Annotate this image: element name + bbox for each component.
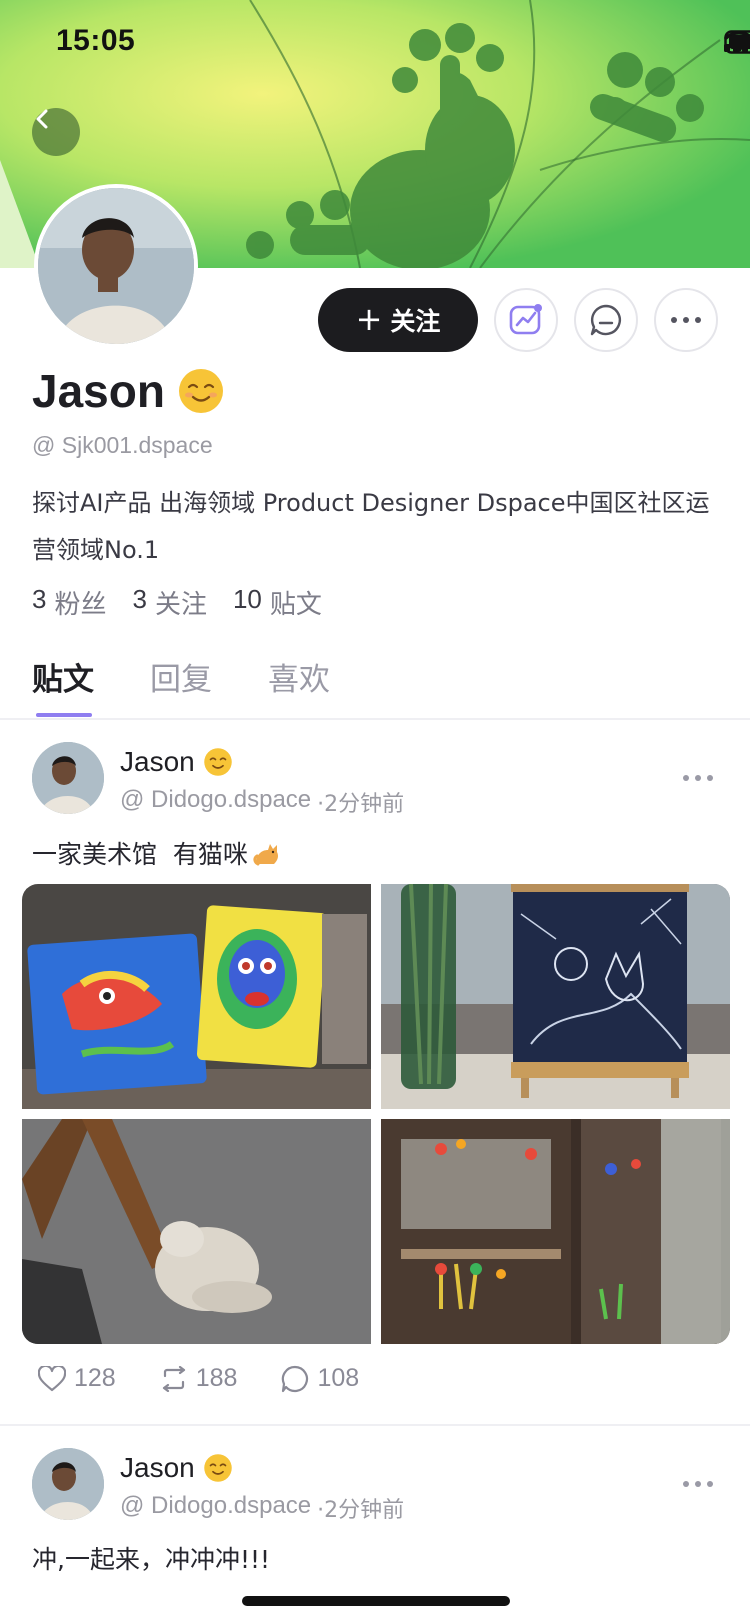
more-options-button[interactable]: [654, 288, 718, 352]
stat-value: 3: [132, 584, 147, 614]
repost-icon: [162, 1365, 185, 1392]
chalk-drawing-image: [381, 884, 730, 1109]
museum-display-image: [381, 1119, 730, 1344]
active-tab-indicator: [36, 713, 92, 717]
post-handle: @ Didogo.dspace: [120, 1492, 312, 1519]
post-photo-grid: [22, 884, 730, 1344]
cat-icon: [253, 844, 278, 866]
tab-likes[interactable]: 喜欢: [268, 654, 330, 699]
post-time: ·2分钟前: [317, 792, 405, 817]
like-count: 128: [74, 1364, 116, 1392]
followers-stat[interactable]: 3 粉丝: [32, 584, 106, 621]
avatar-photo: [32, 1448, 104, 1520]
author-name-text: Jason: [120, 1452, 195, 1483]
post-actions: 128 188 108: [38, 1364, 359, 1393]
stat-label: 粉丝: [54, 590, 107, 620]
post-text: 一家美术馆 有猫咪: [32, 835, 282, 871]
post-text: 冲,一起来，冲冲冲!!!: [32, 1545, 271, 1574]
post-text-content: 一家美术馆 有猫咪: [32, 840, 248, 869]
avatar-photo: [38, 188, 194, 344]
post-handle: @ Didogo.dspace: [120, 786, 312, 813]
stat-label: 关注: [154, 590, 207, 620]
tab-replies[interactable]: 回复: [150, 654, 212, 699]
comment-count: 108: [317, 1364, 360, 1392]
more-dot: [707, 1481, 713, 1487]
stats-button[interactable]: [494, 288, 558, 352]
stat-label: 贴文: [269, 590, 322, 620]
post-meta: @ Didogo.dspace ·2分钟前: [120, 1492, 404, 1524]
profile-stats: 3 粉丝 3 关注 10 贴文: [32, 584, 322, 621]
profile-bio: 探讨AI产品 出海领域 Product Designer Dspace中国区社区…: [32, 489, 710, 564]
profile-name: Jason: [32, 364, 225, 418]
comment-button[interactable]: 108: [281, 1364, 359, 1393]
status-bar: 15:05: [0, 0, 750, 88]
smiling-face-icon: [203, 748, 232, 776]
more-dot: [695, 1481, 701, 1487]
post-photo[interactable]: [381, 884, 730, 1109]
sleeping-cat-image: [22, 1119, 371, 1344]
post-more-button[interactable]: [678, 1474, 718, 1494]
post-author-name[interactable]: Jason: [120, 746, 233, 778]
post-author-name[interactable]: Jason: [120, 1452, 233, 1484]
more-dot: [683, 775, 689, 781]
chart-icon: [509, 304, 542, 335]
divider: [0, 1424, 750, 1426]
tab-posts[interactable]: 贴文: [32, 654, 94, 699]
more-dot: [707, 775, 713, 781]
post-time: ·2分钟前: [317, 1498, 405, 1523]
post-meta: @ Didogo.dspace ·2分钟前: [120, 786, 404, 818]
profile-avatar[interactable]: [34, 184, 198, 348]
follow-label: 关注: [390, 307, 441, 336]
more-icon: [671, 317, 701, 323]
post-photo[interactable]: [22, 1119, 371, 1344]
heart-icon: [38, 1365, 66, 1391]
stat-value: 10: [232, 584, 262, 614]
battery-icon: [724, 30, 750, 54]
posts-stat[interactable]: 10 贴文: [233, 584, 322, 621]
post-more-button[interactable]: [678, 768, 718, 788]
back-button[interactable]: [32, 108, 80, 156]
chevron-left-icon: [36, 109, 48, 129]
smiling-face-icon: [203, 1454, 232, 1482]
plus-icon: +: [355, 299, 383, 338]
message-button[interactable]: [574, 288, 638, 352]
follow-button[interactable]: + 关注: [318, 288, 478, 352]
profile-handle: @ Sjk001.dspace: [32, 432, 213, 458]
post-author-avatar[interactable]: [32, 742, 104, 814]
message-icon: [590, 304, 621, 336]
home-indicator[interactable]: [242, 1596, 510, 1606]
repost-button[interactable]: 188: [160, 1364, 238, 1393]
following-stat[interactable]: 3 关注: [132, 584, 206, 621]
more-dot: [683, 1481, 689, 1487]
clay-dragon-art-image: [22, 884, 371, 1109]
post-photo[interactable]: [381, 1119, 730, 1344]
avatar-photo: [32, 742, 104, 814]
like-button[interactable]: 128: [38, 1364, 116, 1393]
comment-icon: [282, 1365, 309, 1392]
post-author-avatar[interactable]: [32, 1448, 104, 1520]
smiling-face-icon: [178, 369, 223, 413]
more-dot: [695, 775, 701, 781]
profile-tabs: 贴文 回复 喜欢: [32, 654, 330, 699]
status-time: 15:05: [56, 24, 136, 57]
profile-name-text: Jason: [32, 365, 165, 417]
post-photo[interactable]: [22, 884, 371, 1109]
author-name-text: Jason: [120, 746, 195, 777]
stat-value: 3: [32, 584, 47, 614]
divider: [0, 718, 750, 720]
repost-count: 188: [195, 1364, 238, 1392]
